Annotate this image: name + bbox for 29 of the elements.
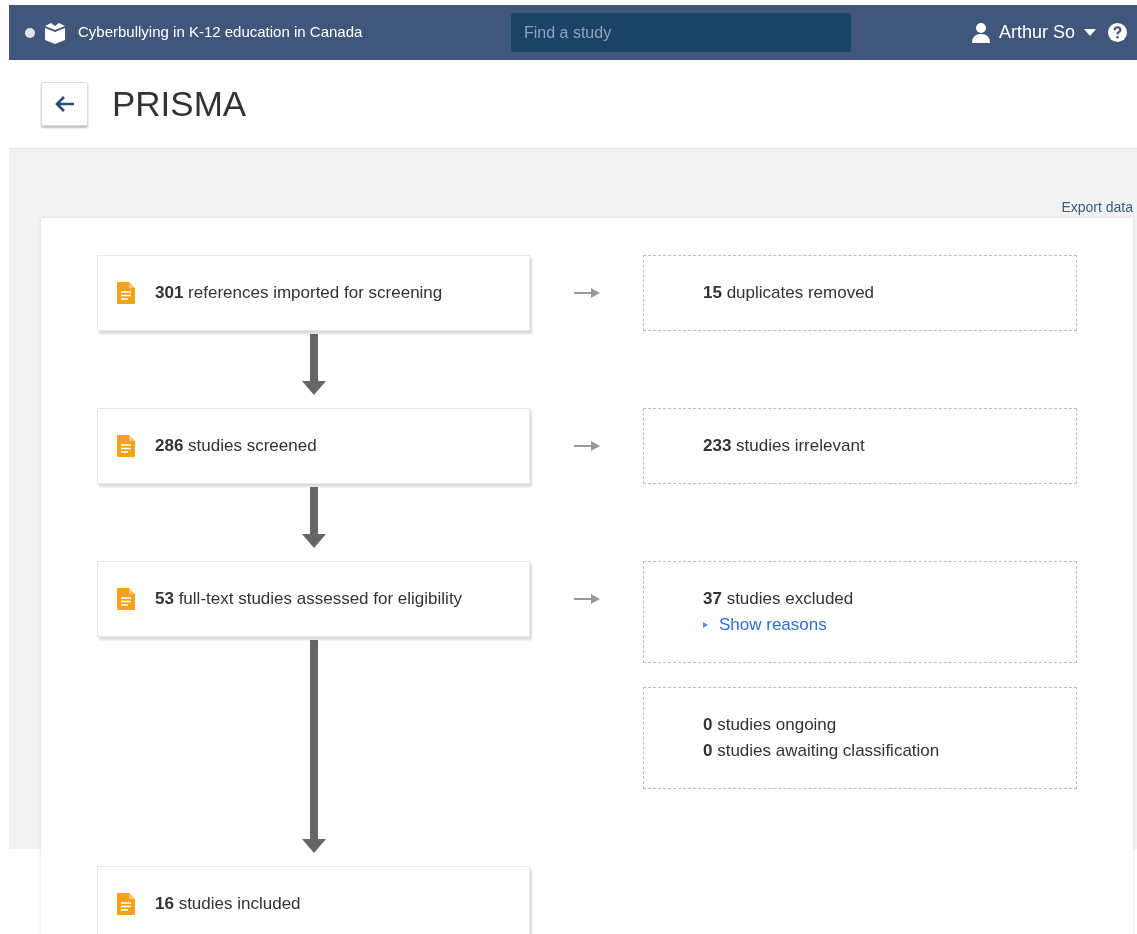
- back-arrow-icon: [54, 95, 75, 113]
- help-icon[interactable]: [1108, 23, 1127, 42]
- export-data-link[interactable]: Export data: [1061, 199, 1133, 216]
- step-text: 53 full-text studies assessed for eligibility: [155, 588, 463, 611]
- search-field[interactable]: Find a study: [511, 13, 851, 52]
- outcome-text: 0 studies awaiting classification: [703, 740, 941, 762]
- outcome-text: 233 studies irrelevant: [703, 435, 866, 457]
- right-arrow-icon: [573, 594, 600, 604]
- triangle-icon: [703, 622, 708, 628]
- step-text: 286 studies screened: [155, 435, 317, 458]
- step-text: 301 references imported for screening: [155, 282, 443, 305]
- box-logo-icon[interactable]: [44, 20, 66, 45]
- show-reasons-link[interactable]: Show reasons: [703, 612, 827, 638]
- page-title: PRISMA: [112, 82, 247, 125]
- outcome-text: 37 studies excluded: [703, 588, 855, 610]
- document-icon: [117, 282, 135, 304]
- document-icon: [117, 435, 135, 457]
- back-button[interactable]: [41, 82, 88, 126]
- project-title[interactable]: Cyberbullying in K-12 education in Canada: [78, 21, 363, 44]
- document-icon: [117, 893, 135, 915]
- outcome-text: 15 duplicates removed: [703, 282, 876, 304]
- user-icon[interactable]: [971, 22, 990, 43]
- outcome-text: 0 studies ongoing: [703, 714, 838, 736]
- right-arrow-icon: [573, 288, 600, 298]
- step-text: 16 studies included: [155, 893, 301, 916]
- user-name[interactable]: Arthur So: [998, 19, 1075, 46]
- document-icon: [117, 588, 135, 610]
- caret-icon[interactable]: [1084, 29, 1096, 36]
- right-arrow-icon: [573, 441, 600, 451]
